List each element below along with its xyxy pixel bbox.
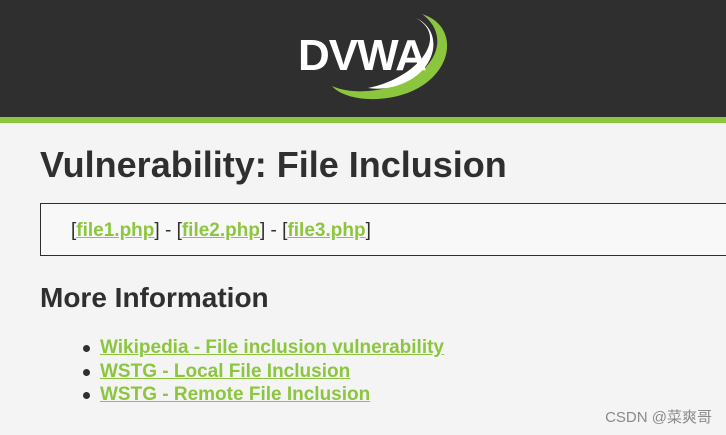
file2-link[interactable]: file2.php	[182, 220, 260, 241]
bracket-close: ]	[365, 220, 371, 241]
separator: -	[265, 220, 283, 241]
wstg-local-file-inclusion-link[interactable]: WSTG - Local File Inclusion	[100, 361, 350, 382]
separator: -	[159, 220, 177, 241]
watermark: CSDN @菜爽哥	[605, 409, 712, 426]
more-information-heading: More Information	[40, 282, 269, 313]
bullet-icon	[83, 368, 90, 376]
bullet-icon	[83, 345, 90, 352]
file-links-row: [file1.php] - [file2.php] - [file3.php]	[71, 220, 371, 242]
file-selection-box: [file1.php] - [file2.php] - [file3.php]	[40, 203, 726, 256]
wikipedia-file-inclusion-link[interactable]: Wikipedia - File inclusion vulnerability	[100, 337, 444, 358]
wstg-remote-file-inclusion-link[interactable]: WSTG - Remote File Inclusion	[100, 384, 370, 405]
file1-link[interactable]: file1.php	[76, 220, 154, 241]
more-information-list: Wikipedia - File inclusion vulnerability…	[83, 336, 444, 407]
dvwa-logo[interactable]: DVWA	[292, 8, 458, 100]
list-item: Wikipedia - File inclusion vulnerability	[83, 336, 444, 360]
list-item: WSTG - Remote File Inclusion	[83, 383, 444, 407]
list-item: WSTG - Local File Inclusion	[83, 360, 444, 384]
page-title: Vulnerability: File Inclusion	[40, 144, 507, 185]
file3-link[interactable]: file3.php	[287, 220, 365, 241]
site-header: DVWA	[0, 0, 726, 123]
logo-text: DVWA	[298, 31, 427, 80]
bullet-icon	[83, 392, 90, 399]
